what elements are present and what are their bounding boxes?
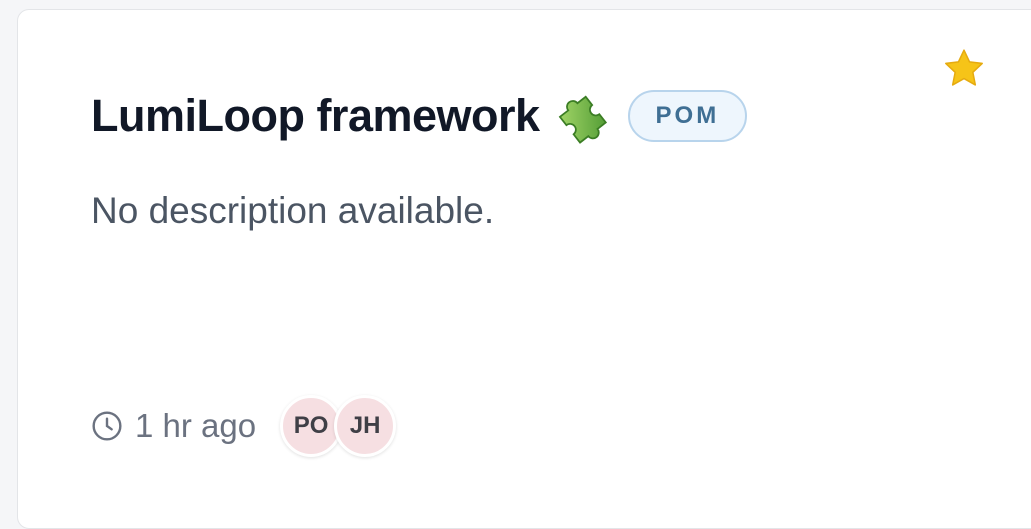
- puzzle-piece-icon: [558, 95, 607, 144]
- last-updated-time: 1 hr ago: [135, 407, 257, 444]
- star-icon[interactable]: [941, 46, 987, 92]
- clock-icon: [92, 411, 122, 441]
- project-title[interactable]: LumiLoop framework: [91, 90, 540, 142]
- avatar[interactable]: PO: [280, 395, 343, 457]
- project-card[interactable]: LumiLoop framework POM No description av…: [17, 9, 1031, 529]
- tag-badge: POM: [627, 90, 748, 142]
- meta-row: 1 hr ago PO JH: [91, 395, 397, 457]
- avatar[interactable]: JH: [334, 395, 397, 457]
- project-description: No description available.: [91, 190, 495, 231]
- member-avatars: PO JH: [280, 395, 397, 457]
- title-row: LumiLoop framework POM: [91, 88, 748, 144]
